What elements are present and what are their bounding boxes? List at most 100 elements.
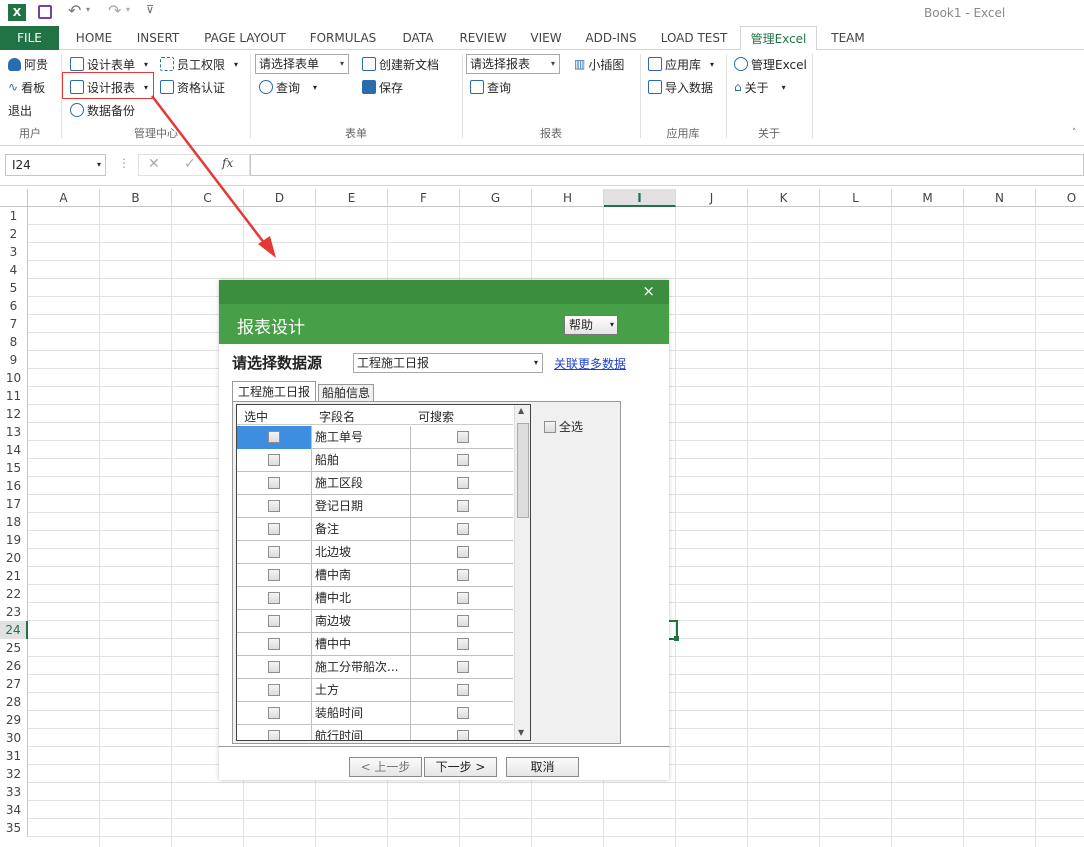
select-checkbox[interactable] [268,477,280,489]
searchable-checkbox[interactable] [456,707,469,719]
table-row[interactable]: 槽中北 [237,587,513,610]
table-row[interactable]: 施工单号 [237,426,513,449]
searchable-cell[interactable] [412,633,513,656]
select-cell[interactable] [237,426,312,449]
table-row[interactable]: 施工分带船次... [237,656,513,679]
searchable-checkbox[interactable] [456,454,469,466]
searchable-cell[interactable] [412,495,513,518]
scroll-up-icon[interactable]: ▲ [518,406,524,415]
select-all-checkbox[interactable]: 全选 [544,418,583,435]
select-checkbox[interactable] [268,569,280,581]
select-cell[interactable] [237,495,312,518]
select-checkbox[interactable] [268,546,280,558]
searchable-cell[interactable] [412,518,513,541]
select-checkbox[interactable] [268,638,280,650]
table-row[interactable]: 装船时间 [237,702,513,725]
table-row[interactable]: 登记日期 [237,495,513,518]
searchable-checkbox[interactable] [456,615,469,627]
searchable-checkbox[interactable] [456,569,469,581]
select-checkbox[interactable] [268,592,280,604]
select-checkbox[interactable] [268,500,280,512]
searchable-checkbox[interactable] [456,523,469,535]
select-cell[interactable] [237,633,312,656]
tab-ship-info[interactable]: 船舶信息 [318,384,374,402]
select-cell[interactable] [237,725,312,740]
scroll-down-icon[interactable]: ▼ [518,728,524,737]
help-label: 帮助 [569,318,594,332]
field-name-cell: 备注 [313,518,411,541]
select-checkbox[interactable] [268,454,280,466]
select-cell[interactable] [237,587,312,610]
select-cell[interactable] [237,472,312,495]
table-row[interactable]: 北边坡 [237,541,513,564]
select-checkbox[interactable] [268,615,280,627]
searchable-checkbox[interactable] [456,592,469,604]
prev-button[interactable]: < 上一步 [349,757,422,777]
chevron-down-icon: ▾ [609,320,614,329]
table-row[interactable]: 土方 [237,679,513,702]
select-cell[interactable] [237,564,312,587]
select-cell[interactable] [237,702,312,725]
searchable-cell[interactable] [412,541,513,564]
related-data-link[interactable]: 关联更多数据 [554,355,626,372]
close-icon[interactable]: × [642,282,655,300]
field-table: 选中 字段名 可搜索 施工单号 船舶 施工区段 登记日期 备注 北边坡 槽中南 槽中北 南边坡槽… [236,404,531,741]
source-select[interactable]: 工程施工日报 ▾ [353,353,543,373]
select-checkbox[interactable] [268,431,280,443]
dialog-divider [219,746,669,747]
searchable-checkbox[interactable] [456,684,469,696]
select-checkbox[interactable] [268,661,280,673]
scroll-thumb[interactable] [517,423,529,518]
table-row[interactable]: 南边坡 [237,610,513,633]
searchable-cell[interactable] [412,656,513,679]
select-cell[interactable] [237,679,312,702]
table-row[interactable]: 航行时间 [237,725,513,740]
searchable-checkbox[interactable] [456,638,469,650]
select-cell[interactable] [237,541,312,564]
searchable-checkbox[interactable] [456,431,469,443]
searchable-checkbox[interactable] [456,477,469,489]
next-button[interactable]: 下一步 > [424,757,497,777]
searchable-cell[interactable] [412,679,513,702]
searchable-checkbox[interactable] [456,661,469,673]
searchable-cell[interactable] [412,610,513,633]
searchable-checkbox[interactable] [456,730,469,740]
searchable-checkbox[interactable] [456,500,469,512]
select-checkbox[interactable] [268,523,280,535]
table-row[interactable]: 备注 [237,518,513,541]
searchable-cell[interactable] [412,472,513,495]
searchable-cell[interactable] [412,702,513,725]
select-cell[interactable] [237,449,312,472]
source-select-value: 工程施工日报 [357,356,430,370]
select-checkbox[interactable] [268,684,280,696]
table-row[interactable]: 槽中南 [237,564,513,587]
searchable-cell[interactable] [412,449,513,472]
field-name-cell: 装船时间 [313,702,411,725]
select-checkbox[interactable] [268,707,280,719]
searchable-cell[interactable] [412,587,513,610]
table-row[interactable]: 船舶 [237,449,513,472]
select-checkbox[interactable] [268,730,280,740]
tab-construction-report[interactable]: 工程施工日报 [232,381,316,402]
tab-panel: 选中 字段名 可搜索 施工单号 船舶 施工区段 登记日期 备注 北边坡 槽中南 槽中北 南边坡槽… [232,401,621,744]
select-cell[interactable] [237,518,312,541]
select-cell[interactable] [237,656,312,679]
source-label: 请选择数据源 [232,354,323,372]
field-name-cell: 土方 [313,679,411,702]
help-dropdown[interactable]: 帮助 ▾ [564,315,618,335]
checkbox-icon [544,420,556,433]
table-row[interactable]: 槽中中 [237,633,513,656]
searchable-cell[interactable] [412,426,513,449]
field-name-cell: 槽中北 [313,587,411,610]
header-searchable: 可搜索 [418,410,455,424]
searchable-cell[interactable] [412,564,513,587]
chevron-down-icon: ▾ [533,358,538,367]
select-cell[interactable] [237,610,312,633]
searchable-cell[interactable] [412,725,513,740]
field-name-cell: 航行时间 [313,725,411,740]
report-design-dialog: × 报表设计 帮助 ▾ 请选择数据源 工程施工日报 ▾ 关联更多数据 工程施工日报 … [219,280,669,780]
cancel-button[interactable]: 取消 [506,757,579,777]
searchable-checkbox[interactable] [456,546,469,558]
scrollbar[interactable]: ▲ ▼ [514,405,530,740]
table-row[interactable]: 施工区段 [237,472,513,495]
